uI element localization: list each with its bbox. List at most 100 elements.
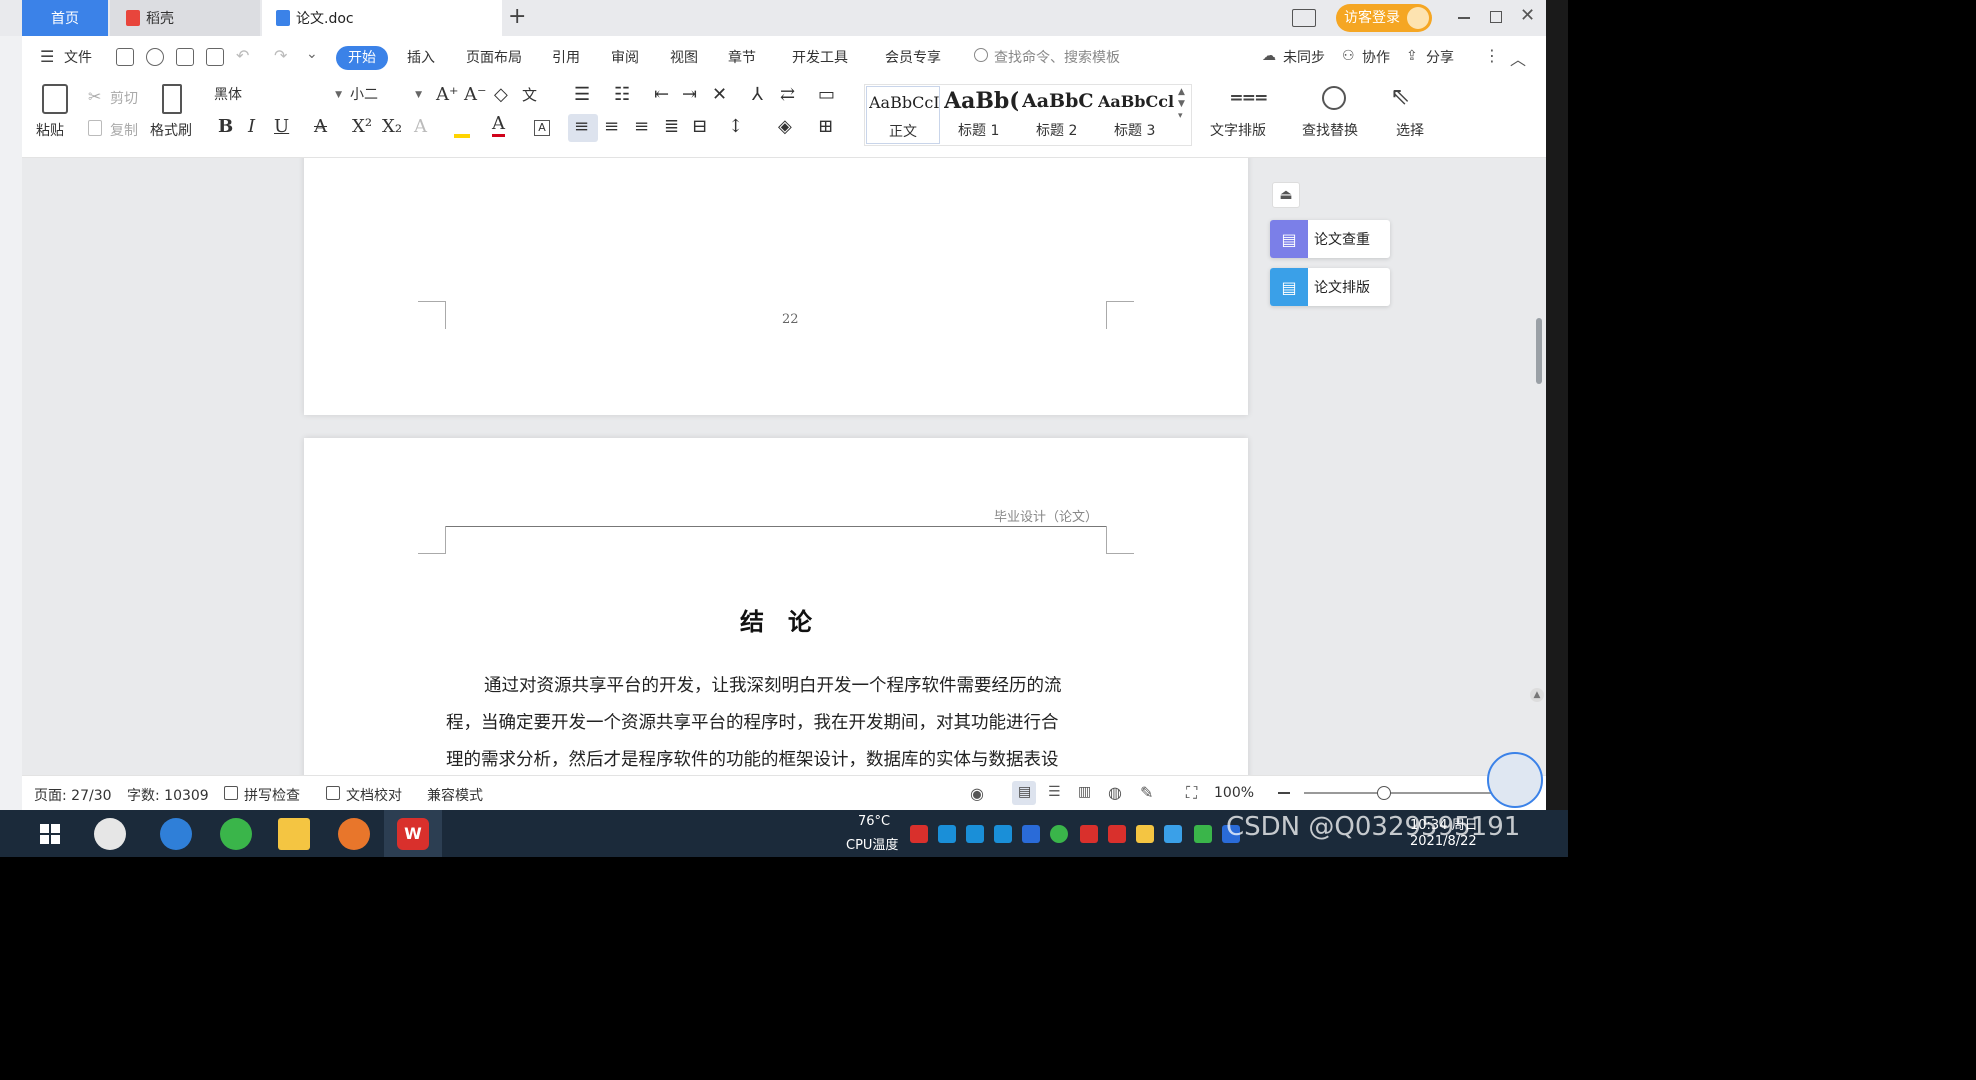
file-explorer-icon[interactable] [278, 818, 310, 850]
guest-login-button[interactable]: 访客登录 [1336, 4, 1432, 32]
format-painter-icon[interactable] [162, 84, 182, 114]
spellcheck-button[interactable]: 拼写检查 [244, 785, 300, 805]
save-icon[interactable] [116, 48, 134, 66]
grow-font-icon[interactable]: A⁺ [436, 84, 459, 105]
chinese-layout-icon[interactable]: ✕ [712, 84, 727, 105]
font-name-select[interactable]: 黑体 ▼ [210, 84, 346, 108]
zoom-out-icon[interactable] [1278, 792, 1290, 794]
ie-browser-icon[interactable] [160, 818, 192, 850]
windows-start-icon[interactable] [40, 824, 60, 844]
tab-document[interactable]: 论文.doc [262, 0, 502, 36]
paste-button[interactable]: 粘贴 [36, 120, 64, 140]
collapse-panel-icon[interactable]: ⏏ [1272, 182, 1300, 208]
text-direction-icon[interactable]: ⅄ [752, 84, 763, 105]
scroll-up-icon[interactable]: ▲ [1530, 688, 1544, 702]
tray-icon[interactable] [994, 825, 1012, 843]
recorder-app-icon[interactable] [338, 818, 370, 850]
clear-format-icon[interactable]: ◇ [494, 84, 508, 105]
vertical-scrollbar-thumb[interactable] [1536, 318, 1542, 384]
app-icon[interactable] [94, 818, 126, 850]
numbered-list-icon[interactable]: ☷ [614, 84, 630, 105]
menu-layout[interactable]: 页面布局 [466, 47, 522, 67]
borders-icon[interactable]: ⊞ [818, 116, 833, 137]
collapse-ribbon-icon[interactable]: ︿ [1510, 46, 1526, 70]
tab-home[interactable]: 首页 [22, 0, 108, 36]
redo-icon[interactable]: ↷ [274, 46, 287, 65]
bold-icon[interactable]: B [218, 116, 233, 137]
menu-view[interactable]: 视图 [670, 47, 698, 67]
tray-icon[interactable] [1050, 825, 1068, 843]
font-size-select[interactable]: 小二 ▼ [346, 84, 426, 108]
justify-icon[interactable]: ≣ [664, 116, 679, 137]
plagiarism-check-button[interactable]: ▤ 论文查重 [1270, 220, 1390, 258]
new-tab-button[interactable]: + [508, 4, 526, 29]
print-preview-icon[interactable] [206, 48, 224, 66]
font-color-icon[interactable]: A [492, 114, 505, 137]
more-icon[interactable]: ⋮ [1484, 46, 1500, 65]
subscript-icon[interactable]: X₂ [382, 116, 402, 137]
eye-protection-icon[interactable]: ◉ [970, 784, 984, 803]
zoom-slider[interactable] [1304, 792, 1494, 794]
command-search-input[interactable]: 查找命令、搜索模板 [994, 47, 1120, 67]
shading-icon[interactable]: ◈ [778, 116, 792, 137]
format-painter-button[interactable]: 格式刷 [150, 120, 192, 140]
find-replace-button[interactable]: 查找替换 [1302, 120, 1358, 140]
tray-icon[interactable] [938, 825, 956, 843]
fit-page-icon[interactable]: ⛶ [1186, 783, 1197, 803]
tray-icon[interactable] [1164, 825, 1182, 843]
tray-icon[interactable] [1108, 825, 1126, 843]
customize-icon[interactable]: ⌄ [306, 46, 318, 62]
superscript-icon[interactable]: X² [352, 116, 372, 137]
hamburger-icon[interactable]: ☰ [40, 47, 54, 66]
outline-view-icon[interactable]: ☰ [1048, 784, 1061, 800]
menu-chapter[interactable]: 章节 [728, 47, 756, 67]
style-normal[interactable]: AaBbCcI 正文 [866, 86, 940, 144]
text-layout-button[interactable]: 文字排版 [1210, 120, 1266, 140]
shrink-font-icon[interactable]: A⁻ [464, 84, 487, 105]
print-icon[interactable] [176, 48, 194, 66]
align-right-icon[interactable]: ≡ [634, 116, 649, 137]
underline-icon[interactable]: U [274, 116, 289, 137]
style-heading2[interactable]: AaBbC 标题 2 [1020, 86, 1096, 144]
zoom-slider-handle[interactable] [1377, 786, 1391, 800]
page-view-icon[interactable] [1292, 9, 1316, 27]
menu-vip[interactable]: 会员专享 [885, 47, 941, 67]
wps-taskbar-button[interactable]: W [384, 810, 442, 857]
style-heading3[interactable]: AaBbCcl 标题 3 [1096, 86, 1174, 144]
proofread-button[interactable]: 文档校对 [346, 785, 402, 805]
align-center-icon[interactable]: ≡ [604, 116, 619, 137]
bullet-list-icon[interactable]: ☰ [574, 84, 590, 105]
conclusion-paragraph[interactable]: 通过对资源共享平台的开发，让我深刻明白开发一个程序软件需要经历的流 程，当确定要… [446, 668, 1126, 775]
distribute-icon[interactable]: ⊟ [692, 116, 707, 137]
page-indicator[interactable]: 页面: 27/30 [34, 785, 112, 805]
menu-file[interactable]: 文件 [64, 47, 92, 67]
tray-icon[interactable] [1194, 825, 1212, 843]
increase-indent-icon[interactable]: ⇥ [682, 84, 697, 105]
zoom-level[interactable]: 100% [1214, 785, 1254, 801]
unsynced-button[interactable]: 未同步 [1283, 47, 1325, 67]
write-mode-icon[interactable]: ✎ [1140, 783, 1153, 802]
tray-icon[interactable] [966, 825, 984, 843]
menu-insert[interactable]: 插入 [407, 47, 435, 67]
tray-icon[interactable] [910, 825, 928, 843]
text-effect-icon[interactable]: A [414, 116, 427, 137]
menu-start[interactable]: 开始 [336, 46, 388, 70]
web-view-icon[interactable]: ◍ [1108, 783, 1122, 802]
select-button[interactable]: 选择 [1396, 120, 1424, 140]
tab-daoke[interactable]: 稻壳 [110, 0, 260, 36]
restore-icon[interactable] [1490, 11, 1502, 23]
italic-icon[interactable]: I [248, 116, 255, 137]
char-border-icon[interactable]: A [534, 120, 550, 136]
assistant-avatar-icon[interactable] [1487, 752, 1543, 808]
styles-scroll-icon[interactable]: ▲ ▼ ▾ [1178, 86, 1185, 122]
minimize-icon[interactable] [1458, 17, 1470, 19]
menu-reference[interactable]: 引用 [552, 47, 580, 67]
document-area[interactable]: 22 毕业设计（论文） 结 论 通过对资源共享平台的开发，让我深刻明白开发一个程… [22, 158, 1546, 775]
tray-icon[interactable] [1136, 825, 1154, 843]
menu-devtools[interactable]: 开发工具 [792, 47, 848, 67]
share-button[interactable]: 分享 [1426, 47, 1454, 67]
close-icon[interactable]: ✕ [1520, 5, 1535, 26]
tray-icon[interactable] [1080, 825, 1098, 843]
sort-icon[interactable]: ⇄ [780, 84, 795, 105]
collab-button[interactable]: 协作 [1362, 47, 1390, 67]
